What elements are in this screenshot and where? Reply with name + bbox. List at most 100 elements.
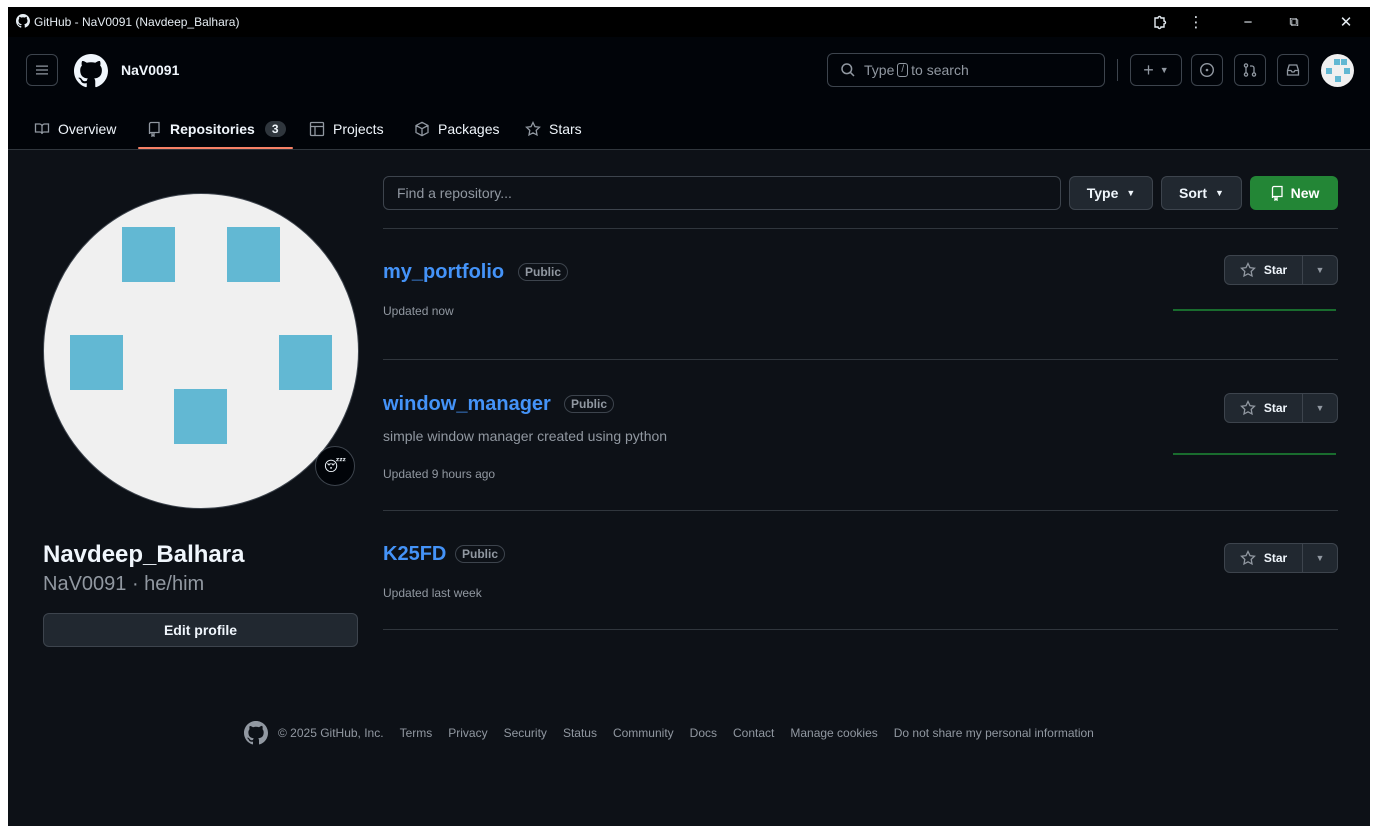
tab-stars[interactable]: Stars bbox=[525, 107, 582, 150]
hamburger-icon bbox=[36, 65, 48, 75]
footer-link-contact[interactable]: Contact bbox=[733, 726, 774, 740]
star-button-main[interactable]: Star bbox=[1225, 256, 1303, 284]
footer-link-manage-cookies[interactable]: Manage cookies bbox=[790, 726, 877, 740]
window-title: GitHub - NaV0091 (Navdeep_Balhara) bbox=[34, 15, 240, 29]
type-filter-label: Type bbox=[1086, 185, 1119, 201]
footer-link-security[interactable]: Security bbox=[504, 726, 547, 740]
chevron-down-icon: ▼ bbox=[1315, 403, 1325, 413]
close-button[interactable]: ✕ bbox=[1324, 7, 1368, 37]
repo-name-link[interactable]: K25FD bbox=[383, 543, 446, 566]
repo-icon bbox=[148, 121, 160, 137]
star-button[interactable]: Star ▼ bbox=[1224, 393, 1338, 423]
tab-repositories[interactable]: Repositories 3 bbox=[146, 107, 286, 150]
list-divider bbox=[383, 510, 1338, 511]
repo-icon bbox=[1271, 185, 1283, 201]
user-avatar-menu[interactable] bbox=[1321, 54, 1354, 87]
site-header: NaV0091 Type / to search + ▼ Overview Re… bbox=[8, 37, 1370, 150]
star-list-dropdown[interactable]: ▼ bbox=[1303, 265, 1337, 275]
hamburger-menu-button[interactable] bbox=[26, 54, 58, 86]
tab-packages-label: Packages bbox=[438, 120, 500, 137]
visibility-badge: Public bbox=[564, 395, 615, 413]
puzzle-icon bbox=[1154, 15, 1167, 30]
tab-projects-label: Projects bbox=[333, 120, 384, 137]
plus-icon: + bbox=[1143, 59, 1154, 80]
issues-button[interactable] bbox=[1191, 54, 1223, 86]
chevron-down-icon: ▼ bbox=[1159, 65, 1169, 75]
edit-profile-button[interactable]: Edit profile bbox=[43, 613, 358, 647]
footer-link-community[interactable]: Community bbox=[613, 726, 674, 740]
book-icon bbox=[34, 122, 50, 134]
find-repository-input[interactable]: Find a repository... bbox=[383, 176, 1061, 210]
repo-updated: Updated now bbox=[383, 304, 454, 318]
tab-packages[interactable]: Packages bbox=[414, 107, 499, 150]
star-icon bbox=[1239, 262, 1256, 278]
menu-dots-icon[interactable]: ⋮ bbox=[1174, 7, 1218, 37]
repo-name-link[interactable]: my_portfolio bbox=[383, 261, 504, 284]
footer-link-terms[interactable]: Terms bbox=[400, 726, 433, 740]
star-button-main[interactable]: Star bbox=[1225, 394, 1303, 422]
search-input[interactable]: Type / to search bbox=[827, 53, 1105, 87]
sort-label: Sort bbox=[1179, 185, 1208, 201]
github-logo-icon[interactable] bbox=[244, 721, 268, 745]
git-pull-request-icon bbox=[1243, 63, 1257, 77]
activity-sparkline bbox=[1173, 309, 1336, 311]
header-username-link[interactable]: NaV0091 bbox=[121, 62, 179, 78]
star-icon bbox=[1239, 550, 1256, 566]
sort-button[interactable]: Sort ▼ bbox=[1161, 176, 1242, 210]
issue-opened-icon bbox=[1199, 62, 1215, 78]
chevron-down-icon: ▼ bbox=[1215, 188, 1224, 198]
table-icon bbox=[309, 121, 325, 136]
restore-button[interactable]: ⧉ bbox=[1272, 7, 1316, 37]
visibility-badge: Public bbox=[455, 545, 506, 563]
pull-requests-button[interactable] bbox=[1234, 54, 1266, 86]
repo-description: simple window manager created using pyth… bbox=[383, 428, 668, 444]
activity-sparkline bbox=[1173, 453, 1336, 455]
repo-name-link[interactable]: window_manager bbox=[383, 393, 551, 416]
star-list-dropdown[interactable]: ▼ bbox=[1303, 403, 1337, 413]
tab-repositories-label: Repositories bbox=[170, 120, 255, 137]
star-label: Star bbox=[1263, 551, 1288, 565]
tab-overview-label: Overview bbox=[58, 120, 117, 137]
footer-link-status[interactable]: Status bbox=[563, 726, 597, 740]
list-divider bbox=[383, 629, 1338, 630]
status-emoji-button[interactable]: 😴 bbox=[315, 446, 355, 486]
header-divider bbox=[1117, 59, 1118, 81]
package-icon bbox=[415, 121, 429, 136]
new-repository-button[interactable]: New bbox=[1250, 176, 1338, 210]
chevron-down-icon: ▼ bbox=[1126, 188, 1136, 198]
browser-window: GitHub - NaV0091 (Navdeep_Balhara) ⋮ − ⧉… bbox=[8, 7, 1370, 826]
star-icon bbox=[1239, 400, 1256, 416]
repositories-count-badge: 3 bbox=[264, 120, 286, 137]
footer-link-privacy[interactable]: Privacy bbox=[448, 726, 487, 740]
inbox-icon bbox=[1286, 64, 1300, 76]
search-shortcut-key: / bbox=[897, 63, 909, 77]
footer-link-do-not-share[interactable]: Do not share my personal information bbox=[894, 726, 1094, 740]
chevron-down-icon: ▼ bbox=[1315, 265, 1325, 275]
list-divider bbox=[383, 359, 1338, 360]
title-bar: GitHub - NaV0091 (Navdeep_Balhara) ⋮ − ⧉… bbox=[8, 7, 1370, 37]
search-prefix: Type bbox=[864, 62, 895, 78]
star-label: Star bbox=[1263, 263, 1288, 277]
inbox-button[interactable] bbox=[1277, 54, 1309, 86]
star-label: Star bbox=[1263, 401, 1288, 415]
star-list-dropdown[interactable]: ▼ bbox=[1303, 553, 1337, 563]
search-suffix: to search bbox=[911, 62, 969, 78]
tab-overview[interactable]: Overview bbox=[34, 107, 116, 150]
visibility-badge: Public bbox=[518, 263, 569, 281]
star-button[interactable]: Star ▼ bbox=[1224, 255, 1338, 285]
chevron-down-icon: ▼ bbox=[1315, 553, 1325, 563]
search-icon bbox=[841, 63, 855, 77]
type-filter-button[interactable]: Type ▼ bbox=[1069, 176, 1153, 210]
site-footer: © 2025 GitHub, Inc. Terms Privacy Securi… bbox=[244, 721, 1094, 745]
active-tab-indicator bbox=[138, 147, 293, 149]
create-new-button[interactable]: + ▼ bbox=[1130, 54, 1182, 86]
profile-login: NaV0091 · he/him bbox=[43, 573, 205, 595]
github-logo-icon[interactable] bbox=[74, 54, 108, 88]
star-button[interactable]: Star ▼ bbox=[1224, 543, 1338, 573]
tab-stars-label: Stars bbox=[549, 120, 582, 137]
minimize-button[interactable]: − bbox=[1226, 7, 1270, 37]
star-button-main[interactable]: Star bbox=[1225, 544, 1303, 572]
footer-link-docs[interactable]: Docs bbox=[690, 726, 717, 740]
tab-projects[interactable]: Projects bbox=[309, 107, 384, 150]
profile-avatar[interactable] bbox=[43, 193, 359, 509]
